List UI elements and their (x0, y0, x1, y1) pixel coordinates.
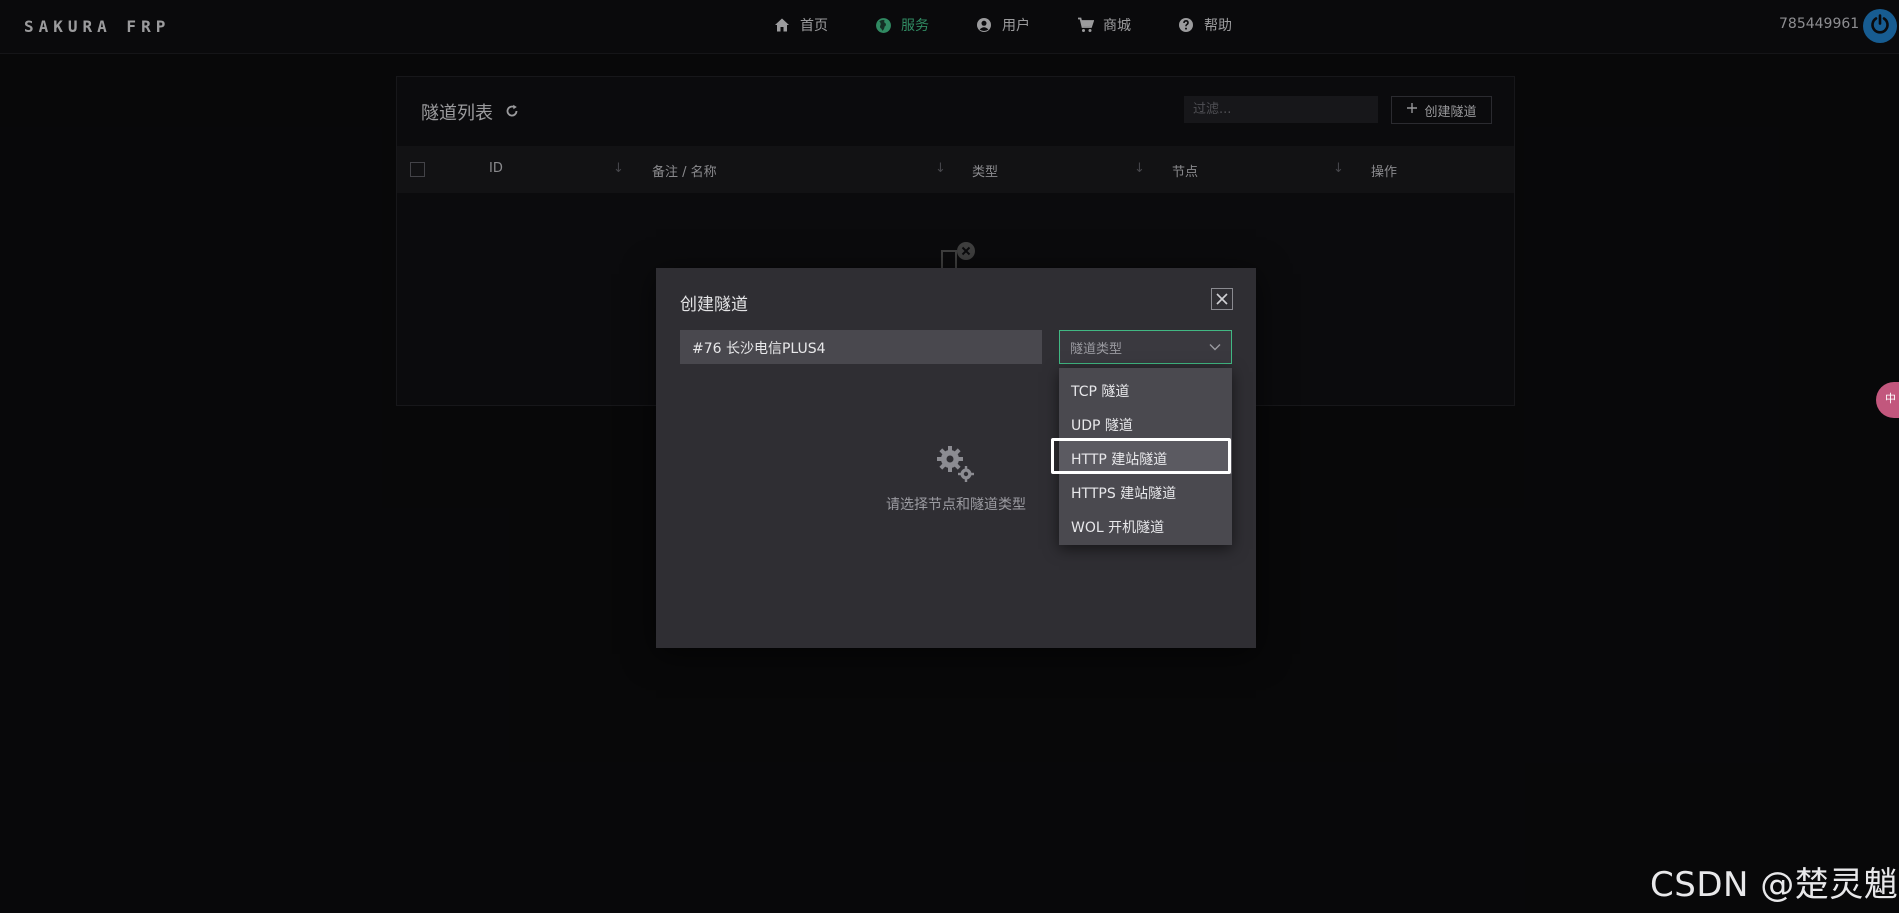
close-icon (1216, 290, 1228, 309)
chevron-down-icon (1209, 340, 1221, 355)
option-wol[interactable]: WOL 开机隧道 (1059, 508, 1232, 542)
dialog-title: 创建隧道 (680, 295, 748, 315)
empty-state: 请选择节点和隧道类型 (856, 444, 1056, 514)
close-button[interactable] (1211, 288, 1233, 310)
option-udp[interactable]: UDP 隧道 (1059, 406, 1232, 440)
option-https[interactable]: HTTPS 建站隧道 (1059, 474, 1232, 508)
tunnel-type-placeholder: 隧道类型 (1070, 341, 1123, 357)
tunnel-type-select[interactable]: 隧道类型 (1059, 330, 1232, 364)
node-select[interactable]: #76 长沙电信PLUS4 (680, 330, 1042, 364)
annotation-highlight-box (1051, 438, 1231, 474)
empty-state-text: 请选择节点和隧道类型 (886, 497, 1026, 513)
watermark: CSDN @楚灵魈 (1650, 865, 1899, 905)
option-tcp[interactable]: TCP 隧道 (1059, 372, 1232, 406)
gears-icon (935, 446, 977, 488)
